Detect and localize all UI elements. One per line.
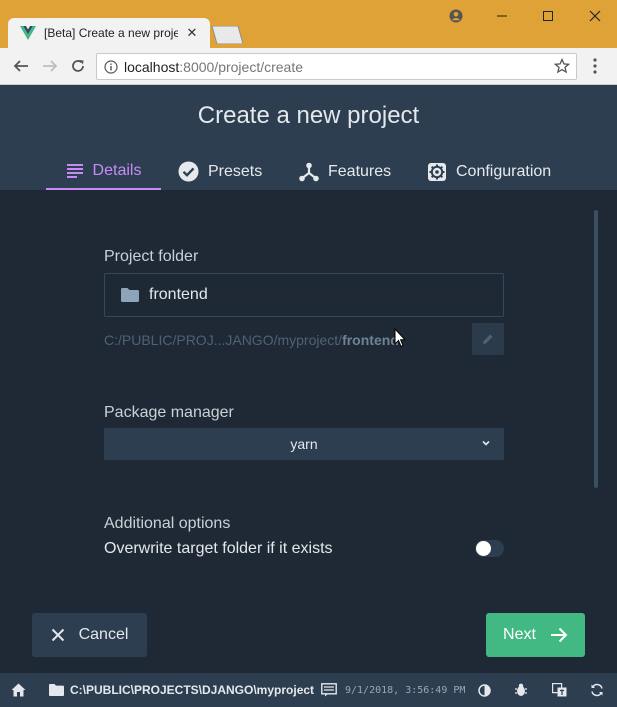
translate-icon[interactable]	[552, 673, 567, 707]
step-tabs: Details Presets Features Configuration	[0, 153, 617, 190]
close-window-icon[interactable]	[585, 6, 605, 26]
bookmark-star-icon[interactable]	[554, 58, 570, 74]
additional-options-label: Additional options	[104, 515, 231, 532]
gear-icon	[428, 162, 446, 181]
project-folder-value: frontend	[149, 286, 208, 303]
package-manager-value: yarn	[290, 436, 318, 452]
current-folder-path: C:\PUBLIC\PROJECTS\DJANGO\myproject	[70, 683, 315, 697]
cancel-button-label: Cancel	[78, 626, 129, 643]
tab-features-label: Features	[328, 162, 392, 180]
bug-report-icon[interactable]	[514, 673, 528, 707]
edit-path-button[interactable]	[472, 323, 504, 355]
tab-features[interactable]: Features	[299, 153, 391, 190]
close-icon	[51, 628, 64, 642]
reload-icon[interactable]	[68, 56, 88, 76]
console-log[interactable]: 9/1/2018, 3:56:49 PM	[321, 673, 465, 707]
vue-logo-icon	[20, 26, 36, 40]
folder-icon	[121, 288, 139, 302]
tab-presets[interactable]: Presets	[178, 153, 262, 190]
package-manager-label: Package manager	[104, 404, 234, 421]
browser-toolbar: localhost:8000/project/create	[0, 48, 617, 85]
scrollbar-thumb[interactable]	[594, 210, 598, 488]
next-button-label: Next	[503, 626, 536, 643]
pencil-icon	[483, 334, 493, 344]
tab-details-label: Details	[92, 161, 142, 179]
current-folder[interactable]: C:\PUBLIC\PROJECTS\DJANGO\myproject	[49, 673, 314, 707]
forward-arrow-icon[interactable]	[40, 56, 60, 76]
maximize-icon[interactable]	[538, 6, 558, 26]
browser-tab[interactable]: [Beta] Create a new project ✕	[8, 18, 210, 48]
cancel-button[interactable]: Cancel	[32, 613, 147, 657]
browser-titlebar: [Beta] Create a new project ✕	[0, 0, 617, 48]
url-host: localhost	[124, 58, 180, 75]
minimize-icon[interactable]	[492, 6, 512, 26]
toggle-knob	[476, 541, 491, 556]
message-icon	[321, 683, 337, 697]
project-folder-input[interactable]: frontend	[104, 273, 504, 317]
back-arrow-icon[interactable]	[11, 56, 31, 76]
log-timestamp: 9/1/2018, 3:56:49 PM	[345, 684, 466, 696]
tab-configuration[interactable]: Configuration	[427, 153, 551, 190]
details-icon	[66, 163, 83, 178]
tab-configuration-label: Configuration	[456, 162, 552, 180]
folder-icon	[49, 684, 64, 696]
check-circle-icon	[178, 161, 199, 182]
project-folder-label: Project folder	[104, 248, 199, 265]
address-bar[interactable]: localhost:8000/project/create	[96, 53, 577, 80]
features-icon	[299, 162, 319, 181]
page-title: Create a new project	[197, 102, 420, 129]
mouse-cursor-icon	[394, 328, 406, 348]
project-path: C:/PUBLIC/PROJ...JANGO/myproject/fronten…	[104, 332, 399, 348]
home-icon[interactable]	[11, 673, 26, 707]
main-content: Project folder frontend C:/PUBLIC/PROJ..…	[0, 190, 617, 669]
tab-title: [Beta] Create a new project	[44, 26, 178, 40]
refresh-icon[interactable]	[590, 673, 604, 707]
overwrite-toggle[interactable]	[475, 540, 504, 557]
project-path-folder: frontend	[342, 332, 399, 348]
project-path-prefix: C:/PUBLIC/PROJ...JANGO/myproject/	[104, 332, 343, 348]
info-icon[interactable]	[104, 59, 118, 74]
package-manager-select[interactable]: yarn	[104, 428, 504, 460]
browser-menu-icon[interactable]	[588, 57, 602, 75]
next-button[interactable]: Next	[486, 613, 585, 657]
profile-icon[interactable]	[446, 6, 466, 26]
arrow-right-icon	[550, 627, 568, 643]
dark-mode-icon[interactable]	[478, 673, 491, 707]
status-bar: C:\PUBLIC\PROJECTS\DJANGO\myproject 9/1/…	[0, 673, 617, 707]
tab-close-icon[interactable]: ✕	[184, 25, 200, 41]
tab-presets-label: Presets	[208, 162, 263, 180]
url-path: :8000/project/create	[179, 58, 304, 75]
new-tab-button[interactable]	[210, 26, 244, 44]
tab-details[interactable]: Details	[46, 153, 161, 190]
overwrite-label: Overwrite target folder if it exists	[104, 540, 333, 557]
app-header: Create a new project Details Presets Fea…	[0, 85, 617, 190]
chevron-down-icon	[482, 440, 490, 446]
